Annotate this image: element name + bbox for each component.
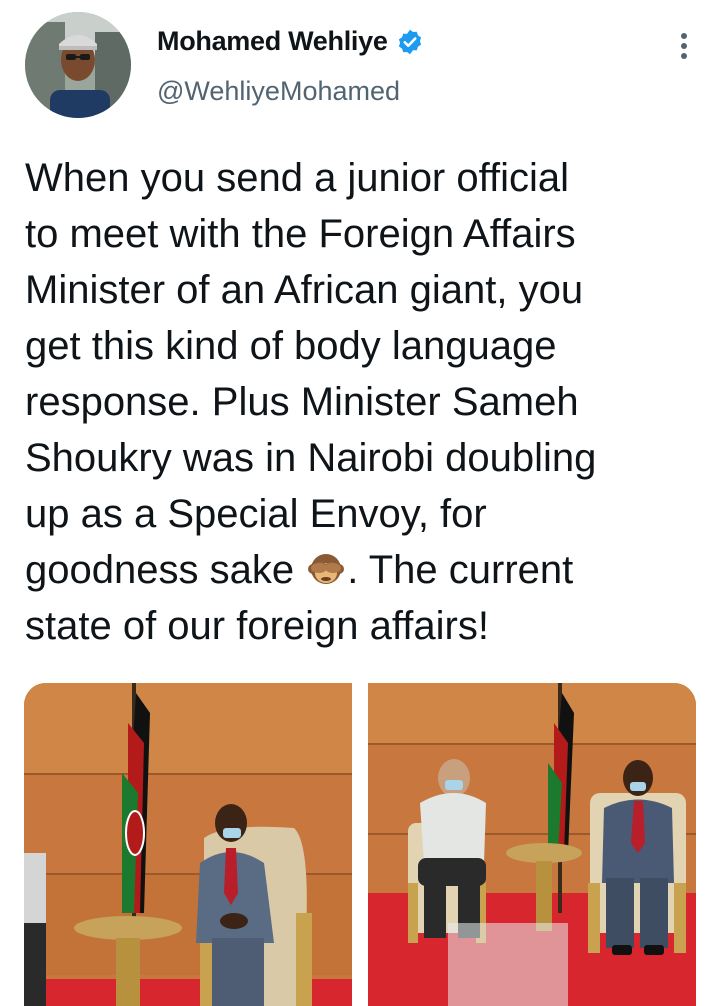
tweet-photo-2[interactable] [368,683,696,1006]
tweet-line: up as a Special Envoy, for [25,492,487,536]
more-vertical-icon [681,33,687,59]
more-options-button[interactable] [678,30,690,62]
tweet-line: state of our foreign affairs! [25,604,489,648]
tweet-line: response. Plus Minister Sameh [25,380,579,424]
tweet-text: When you send a junior official to meet … [25,150,705,654]
author-avatar[interactable] [25,12,131,118]
tweet-photo-1[interactable] [24,683,352,1006]
tweet-line-with-emoji: goodness sake . The current [25,542,705,598]
tweet-line: Shoukry was in Nairobi doubling [25,436,597,480]
author-handle[interactable]: @WehliyeMohamed [157,76,400,107]
tweet-line: Minister of an African giant, you [25,268,584,312]
tweet-line: to meet with the Foreign Affairs [25,212,576,256]
tweet-text-fragment: goodness sake [25,548,295,592]
author-name-text[interactable]: Mohamed Wehliye [157,26,388,57]
verified-badge-icon [396,28,424,56]
tweet-text-fragment: . The current [347,548,574,592]
see-no-evil-monkey-icon [307,547,345,585]
tweet-line: When you send a junior official [25,156,570,200]
tweet-line: get this kind of body language [25,324,557,368]
author-name[interactable]: Mohamed Wehliye [157,26,424,57]
